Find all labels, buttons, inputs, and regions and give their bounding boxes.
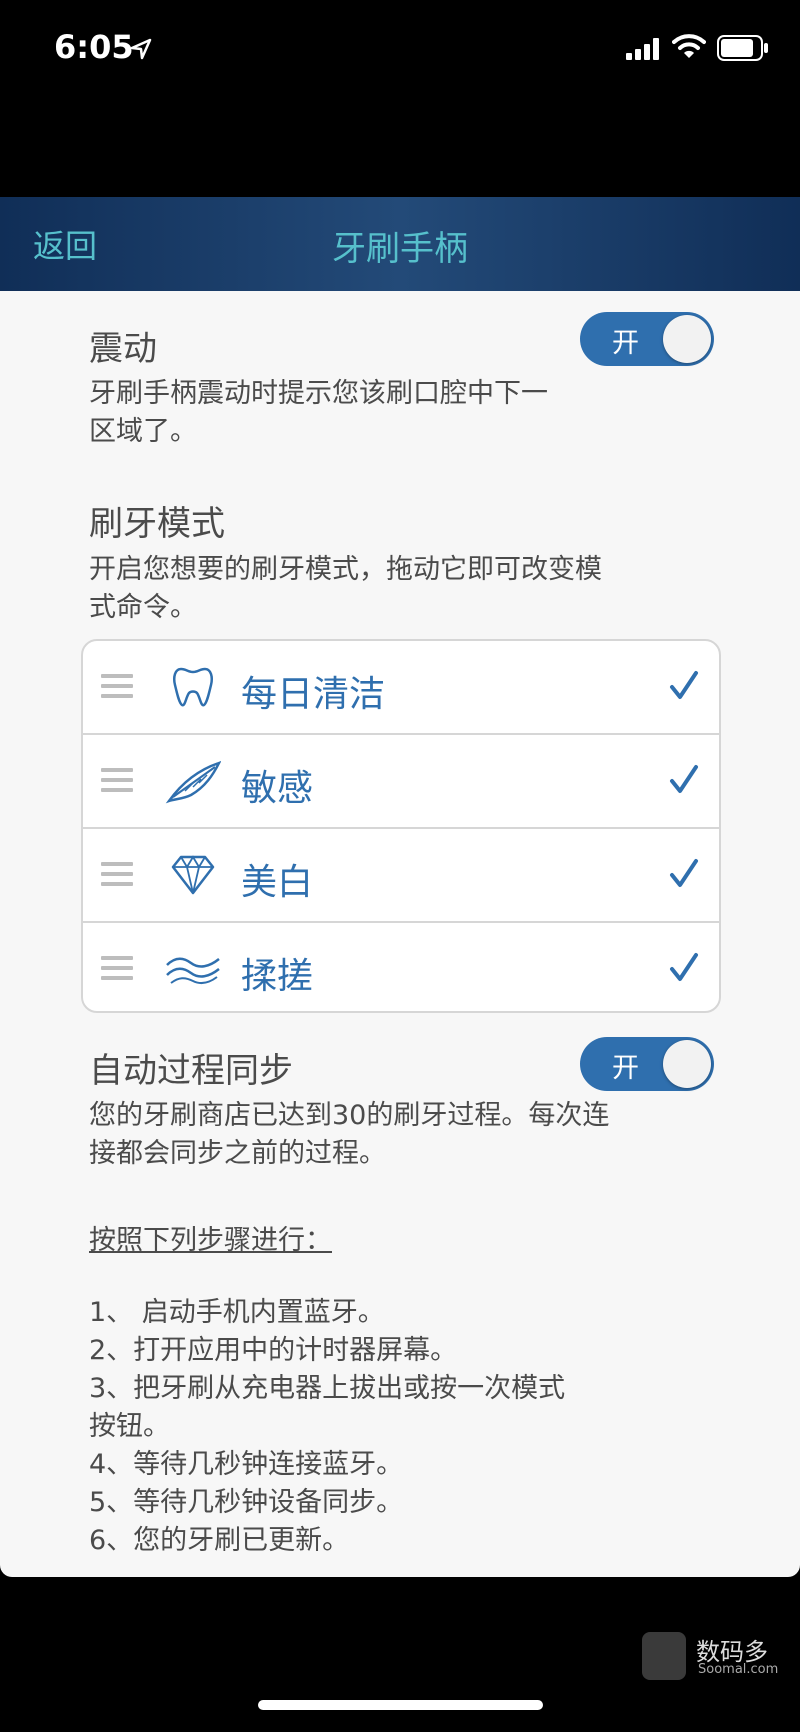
mode-row-massage[interactable]: 揉搓 bbox=[83, 923, 719, 1011]
waves-icon bbox=[166, 957, 220, 985]
vibration-desc-line: 牙刷手柄震动时提示您该刷口腔中下一 bbox=[89, 378, 548, 409]
vibration-title: 震动 bbox=[89, 329, 157, 369]
mode-label: 敏感 bbox=[241, 768, 314, 809]
steps-list: 1、 启动手机内置蓝牙。 2、打开应用中的计时器屏幕。 3、把牙刷从充电器上拔出… bbox=[89, 1294, 689, 1560]
drag-handle-icon[interactable] bbox=[101, 862, 133, 886]
auto-sync-desc-line: 接都会同步之前的过程。 bbox=[89, 1138, 386, 1169]
vibration-description: 牙刷手柄震动时提示您该刷口腔中下一 区域了。 bbox=[89, 375, 689, 451]
auto-sync-toggle[interactable]: 开 bbox=[580, 1037, 714, 1091]
mode-row-whitening[interactable]: 美白 bbox=[83, 829, 719, 923]
wifi-icon bbox=[672, 34, 706, 58]
brush-mode-title: 刷牙模式 bbox=[89, 504, 225, 544]
page-title: 牙刷手柄 bbox=[332, 229, 468, 269]
diamond-icon bbox=[171, 855, 215, 895]
step-item: 1、 启动手机内置蓝牙。 bbox=[89, 1297, 385, 1328]
status-time: 6:05 bbox=[54, 28, 134, 66]
step-item: 按钮。 bbox=[89, 1411, 170, 1442]
steps-heading: 按照下列步骤进行： bbox=[89, 1225, 332, 1256]
battery-icon bbox=[717, 35, 768, 61]
nav-bar: 牙刷手柄 返回 bbox=[0, 197, 800, 291]
location-arrow-icon bbox=[130, 38, 152, 60]
drag-handle-icon[interactable] bbox=[101, 768, 133, 792]
mode-label: 美白 bbox=[241, 862, 314, 903]
watermark-logo-icon bbox=[642, 1632, 686, 1680]
drag-handle-icon[interactable] bbox=[101, 674, 133, 698]
step-item: 4、等待几秒钟连接蓝牙。 bbox=[89, 1449, 404, 1480]
step-item: 5、等待几秒钟设备同步。 bbox=[89, 1487, 404, 1518]
vibration-toggle-label: 开 bbox=[612, 328, 639, 359]
step-item: 6、您的牙刷已更新。 bbox=[89, 1525, 350, 1556]
auto-sync-description: 您的牙刷商店已达到30的刷牙过程。每次连 接都会同步之前的过程。 bbox=[89, 1097, 689, 1173]
auto-sync-title: 自动过程同步 bbox=[89, 1051, 293, 1091]
status-bar: 6:05 bbox=[0, 0, 800, 100]
checkmark-icon[interactable] bbox=[669, 857, 699, 891]
watermark-subtext: Soomal.com bbox=[698, 1662, 779, 1677]
screen: 6:05 牙刷手柄 返回 震动 开 牙刷手柄震动时提示您该刷口腔中下一 区域了。… bbox=[0, 0, 800, 1732]
brush-mode-desc-line: 式命令。 bbox=[89, 592, 197, 623]
watermark: 数码多 Soomal.com bbox=[642, 1632, 792, 1682]
step-item: 2、打开应用中的计时器屏幕。 bbox=[89, 1335, 458, 1366]
mode-row-daily-clean[interactable]: 每日清洁 bbox=[83, 641, 719, 735]
checkmark-icon[interactable] bbox=[669, 763, 699, 797]
drag-handle-icon[interactable] bbox=[101, 956, 133, 980]
cellular-signal-icon bbox=[626, 38, 659, 60]
feather-icon bbox=[165, 761, 221, 804]
auto-sync-toggle-label: 开 bbox=[612, 1053, 639, 1084]
back-button[interactable]: 返回 bbox=[33, 221, 97, 267]
brush-mode-description: 开启您想要的刷牙模式，拖动它即可改变模 式命令。 bbox=[89, 551, 689, 627]
brush-mode-desc-line: 开启您想要的刷牙模式，拖动它即可改变模 bbox=[89, 554, 602, 585]
tooth-icon bbox=[173, 667, 213, 707]
toggle-knob bbox=[663, 1040, 711, 1088]
home-indicator[interactable] bbox=[258, 1700, 543, 1710]
brush-mode-list: 每日清洁 敏感 美白 揉搓 bbox=[81, 639, 721, 1013]
mode-row-sensitive[interactable]: 敏感 bbox=[83, 735, 719, 829]
checkmark-icon[interactable] bbox=[669, 669, 699, 703]
vibration-desc-line: 区域了。 bbox=[89, 416, 197, 447]
checkmark-icon[interactable] bbox=[669, 951, 699, 985]
vibration-toggle[interactable]: 开 bbox=[580, 312, 714, 366]
settings-content[interactable]: 震动 开 牙刷手柄震动时提示您该刷口腔中下一 区域了。 刷牙模式 开启您想要的刷… bbox=[0, 291, 800, 1577]
mode-label: 每日清洁 bbox=[241, 674, 386, 715]
mode-label: 揉搓 bbox=[241, 956, 314, 997]
step-item: 3、把牙刷从充电器上拔出或按一次模式 bbox=[89, 1373, 566, 1404]
toggle-knob bbox=[663, 315, 711, 363]
auto-sync-desc-line: 您的牙刷商店已达到30的刷牙过程。每次连 bbox=[89, 1100, 610, 1131]
